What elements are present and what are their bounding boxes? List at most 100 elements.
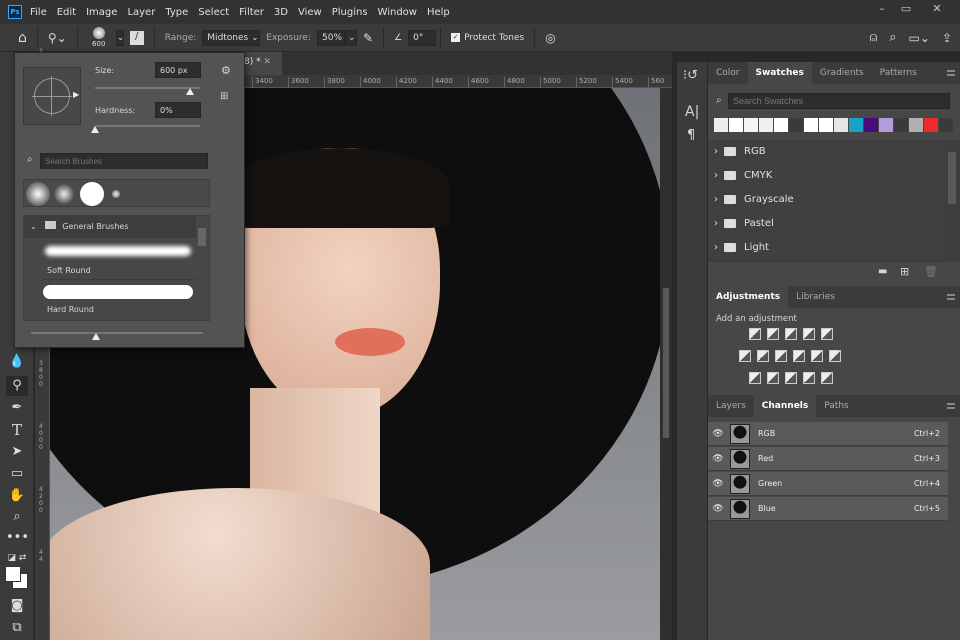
selective-color-icon[interactable] (803, 372, 815, 384)
hardness-slider[interactable] (95, 125, 200, 127)
invert-icon[interactable] (749, 372, 761, 384)
color-swatch[interactable] (744, 118, 758, 132)
color-swatch[interactable] (894, 118, 908, 132)
recent-brush[interactable] (26, 182, 50, 206)
tab-layers[interactable]: Layers (708, 395, 754, 417)
protect-tones-checkbox[interactable]: ✓ Protect Tones (451, 33, 524, 43)
recent-brush[interactable] (54, 184, 74, 204)
brush-settings-icon[interactable]: / (129, 30, 144, 45)
exposure-input[interactable]: 50% (317, 29, 345, 46)
blur-tool-icon[interactable]: 💧 (6, 352, 28, 372)
type-tool-icon[interactable]: T (6, 420, 28, 440)
color-swatch[interactable] (879, 118, 893, 132)
posterize-icon[interactable] (767, 372, 779, 384)
pen-tool-icon[interactable]: ✒ (6, 398, 28, 418)
channel-row-blue[interactable]: 👁 Blue Ctrl+5 (708, 497, 948, 521)
color-swatch[interactable] (759, 118, 773, 132)
panel-menu-icon[interactable] (947, 294, 955, 300)
black-white-icon[interactable] (775, 350, 787, 362)
path-selection-icon[interactable]: ➤ (6, 442, 28, 462)
photo-filter-icon[interactable] (793, 350, 805, 362)
brush-list-scrollbar[interactable] (198, 228, 206, 246)
menu-plugins[interactable]: Plugins (332, 7, 368, 18)
swatch-group-pastel[interactable]: › Pastel (708, 212, 946, 236)
history-icon[interactable]: ⁝↺ (683, 68, 698, 83)
rectangle-tool-icon[interactable]: ▭ (6, 464, 28, 484)
brush-angle-preview[interactable]: ▶ (23, 67, 81, 125)
preview-size-handle[interactable] (92, 333, 100, 340)
brightness-icon[interactable] (749, 328, 761, 340)
hand-tool-icon[interactable]: ✋ (6, 486, 28, 506)
recent-brush[interactable] (112, 190, 120, 198)
tab-adjustments[interactable]: Adjustments (708, 286, 789, 308)
new-group-icon[interactable]: ▬ (878, 266, 887, 277)
color-swatch[interactable] (864, 118, 878, 132)
vertical-scrollbar[interactable] (660, 88, 672, 640)
preview-size-slider[interactable] (31, 332, 203, 334)
menu-select[interactable]: Select (198, 7, 229, 18)
brush-item-soft-round[interactable]: Soft Round (41, 240, 196, 280)
curves-icon[interactable] (785, 328, 797, 340)
color-swatch[interactable] (789, 118, 803, 132)
angle-arrow-icon[interactable]: ▶ (73, 90, 79, 99)
menu-help[interactable]: Help (427, 7, 450, 18)
eye-icon[interactable]: 👁 (712, 454, 724, 464)
tab-libraries[interactable]: Libraries (788, 286, 843, 308)
exposure-dropdown[interactable]: ⌄ (345, 29, 357, 46)
color-swatch[interactable] (849, 118, 863, 132)
hardness-input[interactable]: 0% (155, 102, 201, 118)
swap-colors-icon[interactable]: ◪ ⇄ (6, 548, 28, 568)
dodge-tool-icon[interactable]: ⚲ (6, 376, 28, 396)
levels-icon[interactable] (767, 328, 779, 340)
home-icon[interactable]: ⌂ (18, 30, 27, 46)
swatch-group-light[interactable]: › Light (708, 236, 946, 260)
recent-brush[interactable] (80, 182, 104, 206)
hue-saturation-icon[interactable] (739, 350, 751, 362)
menu-filter[interactable]: Filter (239, 7, 264, 18)
range-select[interactable]: Midtones ⌄ (202, 29, 261, 46)
color-swatch[interactable] (804, 118, 818, 132)
color-swatch[interactable] (939, 118, 953, 132)
size-slider[interactable] (95, 87, 200, 89)
tab-paths[interactable]: Paths (816, 395, 856, 417)
color-swatch[interactable] (924, 118, 938, 132)
close-button[interactable]: ✕ (922, 0, 952, 18)
brush-group-general[interactable]: ⌄ General Brushes (24, 216, 196, 238)
pressure-icon[interactable]: ◎ (545, 31, 555, 45)
channel-row-green[interactable]: 👁 Green Ctrl+4 (708, 472, 948, 496)
menu-file[interactable]: File (30, 7, 47, 18)
tab-gradients[interactable]: Gradients (812, 62, 872, 84)
channel-mixer-icon[interactable] (811, 350, 823, 362)
eye-icon[interactable]: 👁 (712, 429, 724, 439)
new-preset-icon[interactable]: ⊞ (220, 91, 228, 102)
scrollbar-thumb[interactable] (663, 288, 669, 438)
search-icon[interactable]: ⌕ (889, 30, 896, 45)
menu-window[interactable]: Window (378, 7, 417, 18)
more-tools-icon[interactable]: ••• (6, 528, 29, 548)
color-swatch[interactable] (774, 118, 788, 132)
size-slider-handle[interactable] (186, 88, 194, 95)
close-tab-icon[interactable]: ✕ (263, 57, 271, 67)
tab-swatches[interactable]: Swatches (747, 62, 812, 84)
gradient-map-icon[interactable] (821, 372, 833, 384)
share-icon[interactable]: ⇪ (942, 31, 952, 45)
menu-edit[interactable]: Edit (57, 7, 76, 18)
paragraph-icon[interactable]: ¶ (687, 128, 695, 143)
threshold-icon[interactable] (785, 372, 797, 384)
color-swatch[interactable] (714, 118, 728, 132)
hardness-slider-handle[interactable] (91, 126, 99, 133)
tab-channels[interactable]: Channels (753, 395, 817, 417)
workspace-icon[interactable]: ▭⌄ (909, 31, 930, 45)
color-swatch[interactable] (819, 118, 833, 132)
brush-item-hard-round[interactable]: Hard Round (41, 282, 196, 320)
search-swatches-input[interactable] (728, 93, 950, 109)
gear-icon[interactable]: ⚙ (221, 64, 231, 77)
eye-icon[interactable]: 👁 (712, 479, 724, 489)
brush-picker-dropdown[interactable]: ⌄ (115, 29, 124, 46)
menu-type[interactable]: Type (165, 7, 188, 18)
brush-preset-picker[interactable]: 600 (88, 26, 110, 49)
color-swatch[interactable] (834, 118, 848, 132)
new-swatch-icon[interactable]: ⊞ (900, 265, 909, 278)
channel-row-red[interactable]: 👁 Red Ctrl+3 (708, 447, 948, 471)
panel-menu-icon[interactable] (947, 70, 955, 76)
